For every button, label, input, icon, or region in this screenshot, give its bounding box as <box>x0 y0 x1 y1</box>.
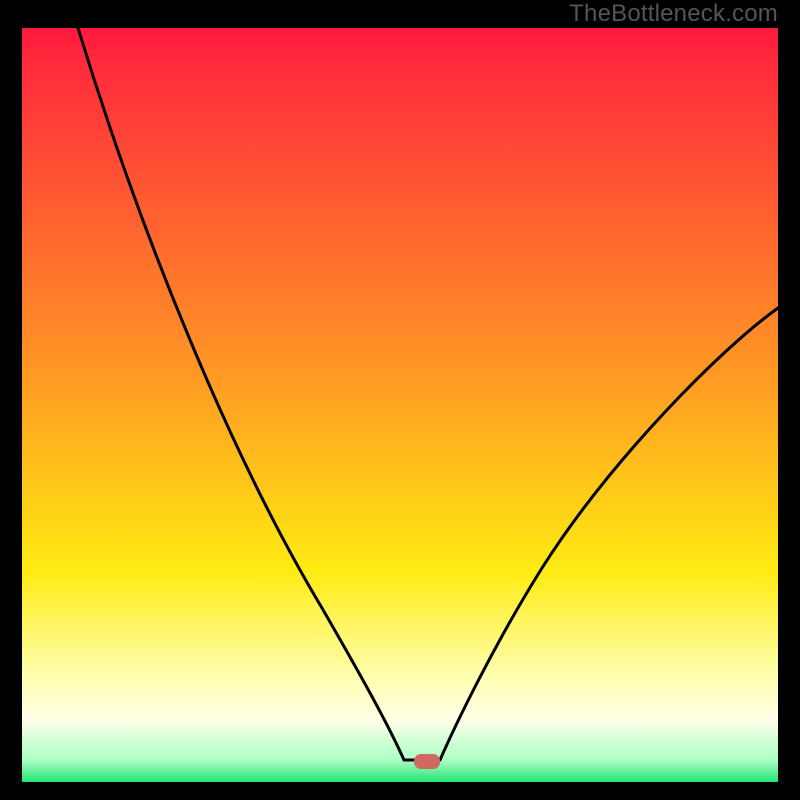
chart-svg <box>22 28 778 782</box>
plot-area <box>22 28 778 782</box>
valley-marker <box>414 754 440 769</box>
chart-frame: TheBottleneck.com <box>0 0 800 800</box>
gradient-background <box>22 28 778 782</box>
watermark-text: TheBottleneck.com <box>569 0 778 28</box>
